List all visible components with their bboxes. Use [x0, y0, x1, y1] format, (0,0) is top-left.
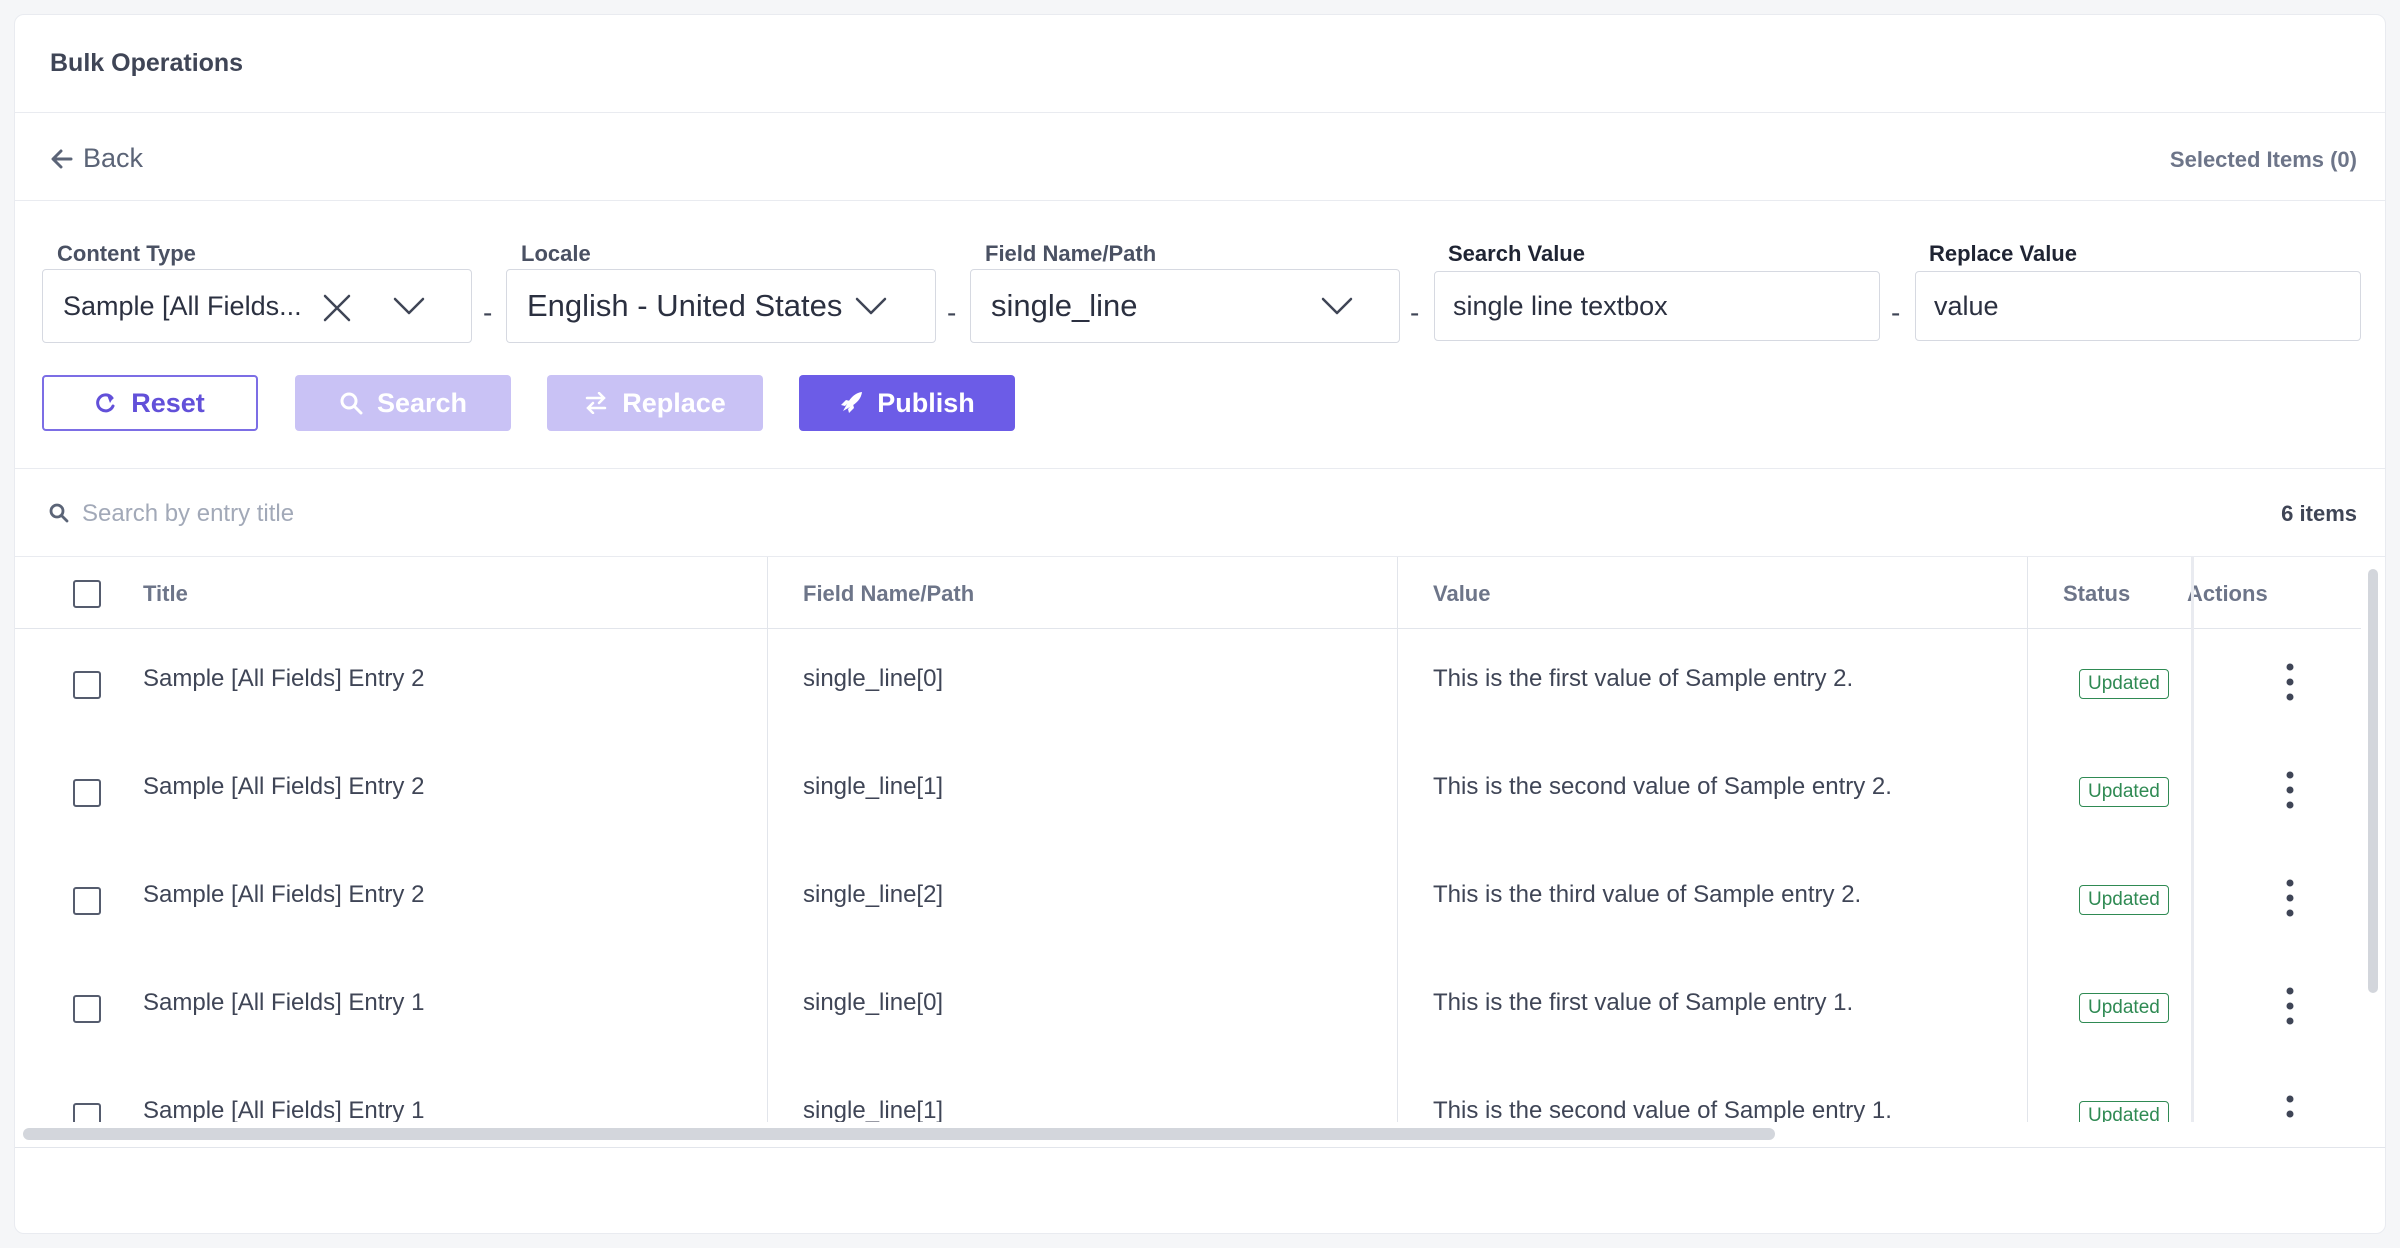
back-button[interactable]: Back [51, 143, 143, 174]
more-options-button[interactable] [2275, 1091, 2305, 1122]
entry-field-path: single_line[1] [803, 773, 944, 800]
table-row[interactable]: Sample [All Fields] Entry 1 single_line[… [15, 953, 2361, 1061]
column-header-field: Field Name/Path [803, 581, 975, 606]
column-header-status: Status [2063, 581, 2131, 606]
kebab-icon [2286, 1095, 2294, 1118]
rocket-icon [841, 392, 863, 413]
row-checkbox[interactable] [73, 995, 101, 1023]
scrollbar-thumb[interactable] [2368, 569, 2378, 993]
entry-title: Sample [All Fields] Entry 2 [143, 773, 425, 800]
select-all-checkbox[interactable] [73, 580, 101, 608]
bulk-operations-panel: Bulk Operations Back Selected Items (0) … [14, 14, 2386, 1234]
entry-title: Sample [All Fields] Entry 1 [143, 1097, 425, 1122]
table-row[interactable]: Sample [All Fields] Entry 2 single_line[… [15, 629, 2361, 737]
row-checkbox[interactable] [73, 1103, 101, 1122]
row-checkbox[interactable] [73, 887, 101, 915]
table-header: Title Field Name/Path Value Status Actio… [15, 557, 2361, 629]
separator: - [483, 297, 493, 328]
entry-value: This is the first value of Sample entry … [1433, 665, 1854, 692]
replace-button[interactable]: Replace [547, 375, 763, 431]
entry-value: This is the second value of Sample entry… [1433, 1097, 1892, 1122]
entry-field-path: single_line[0] [803, 665, 944, 692]
separator: - [947, 297, 957, 328]
table-row[interactable]: Sample [All Fields] Entry 2 single_line[… [15, 845, 2361, 953]
field-path-select[interactable]: single_line [970, 269, 1400, 343]
items-count: 6 items [2281, 501, 2357, 526]
locale-value: English - United States [527, 288, 843, 323]
swap-icon [585, 392, 607, 414]
replace-label: Replace [622, 387, 726, 418]
close-icon[interactable] [323, 294, 351, 322]
sub-toolbar: Back Selected Items (0) [15, 113, 2385, 201]
content-type-select[interactable]: Sample [All Fields... [42, 269, 472, 343]
replace-value-input[interactable]: value [1915, 271, 2361, 341]
kebab-icon [2286, 771, 2294, 809]
chevron-down-icon [1321, 297, 1353, 315]
publish-button[interactable]: Publish [799, 375, 1015, 431]
search-label: Search [376, 387, 468, 418]
reset-button[interactable]: Reset [42, 375, 258, 431]
vertical-scrollbar[interactable] [2365, 565, 2381, 1117]
locale-label: Locale [521, 241, 591, 266]
status-badge: Updated [2079, 993, 2169, 1023]
column-header-value: Value [1433, 581, 1491, 606]
arrow-left-icon [51, 149, 73, 168]
field-path-label: Field Name/Path [985, 241, 1157, 266]
chevron-down-icon [855, 297, 887, 315]
status-badge: Updated [2079, 885, 2169, 915]
entry-field-path: single_line[2] [803, 881, 944, 908]
search-icon [49, 503, 69, 523]
table-row[interactable]: Sample [All Fields] Entry 2 single_line[… [15, 737, 2361, 845]
more-options-button[interactable] [2275, 875, 2305, 921]
row-checkbox[interactable] [73, 779, 101, 807]
scrollbar-thumb[interactable] [23, 1128, 1775, 1140]
replace-value-label: Replace Value [1929, 241, 2077, 266]
publish-label: Publish [877, 387, 975, 418]
kebab-icon [2286, 879, 2294, 917]
selected-items-count: Selected Items (0) [2169, 147, 2357, 172]
entry-value: This is the third value of Sample entry … [1433, 881, 1862, 908]
refresh-icon [96, 393, 115, 413]
entry-title: Sample [All Fields] Entry 2 [143, 665, 425, 692]
entry-field-path: single_line[0] [803, 989, 944, 1016]
more-options-button[interactable] [2275, 983, 2305, 1029]
more-options-button[interactable] [2275, 767, 2305, 813]
content-type-value: Sample [All Fields... [63, 290, 302, 321]
filters-section: Content Type Sample [All Fields... - Loc… [15, 201, 2385, 469]
kebab-icon [2286, 987, 2294, 1025]
table-row[interactable]: Sample [All Fields] Entry 1 single_line[… [15, 1061, 2361, 1122]
column-header-title: Title [143, 581, 188, 606]
search-value-label: Search Value [1448, 241, 1585, 266]
separator: - [1891, 297, 1901, 328]
entry-field-path: single_line[1] [803, 1097, 944, 1122]
field-path-value: single_line [991, 288, 1138, 323]
row-checkbox[interactable] [73, 671, 101, 699]
status-badge: Updated [2079, 777, 2169, 807]
search-value-input[interactable]: single line textbox [1434, 271, 1880, 341]
more-options-button[interactable] [2275, 659, 2305, 705]
horizontal-scrollbar[interactable] [15, 1122, 2385, 1148]
back-label: Back [83, 143, 144, 173]
reset-label: Reset [131, 387, 205, 418]
column-header-actions: Actions [2187, 581, 2268, 606]
status-badge: Updated [2079, 669, 2169, 699]
search-button[interactable]: Search [295, 375, 511, 431]
entry-value: This is the first value of Sample entry … [1433, 989, 1854, 1016]
panel-header: Bulk Operations [15, 15, 2385, 113]
separator: - [1410, 297, 1420, 328]
entry-search-input[interactable]: Search by entry title [82, 500, 294, 528]
page-title: Bulk Operations [50, 49, 244, 77]
chevron-down-icon [393, 297, 425, 315]
entries-table: Title Field Name/Path Value Status Actio… [15, 557, 2361, 1122]
search-icon [340, 392, 363, 415]
entry-title: Sample [All Fields] Entry 2 [143, 881, 425, 908]
entry-search-bar: Search by entry title 6 items [15, 469, 2385, 557]
status-badge: Updated [2079, 1101, 2169, 1122]
entry-value: This is the second value of Sample entry… [1433, 773, 1892, 800]
entry-title: Sample [All Fields] Entry 1 [143, 989, 425, 1016]
content-type-label: Content Type [57, 241, 196, 266]
locale-select[interactable]: English - United States [506, 269, 936, 343]
kebab-icon [2286, 663, 2294, 701]
